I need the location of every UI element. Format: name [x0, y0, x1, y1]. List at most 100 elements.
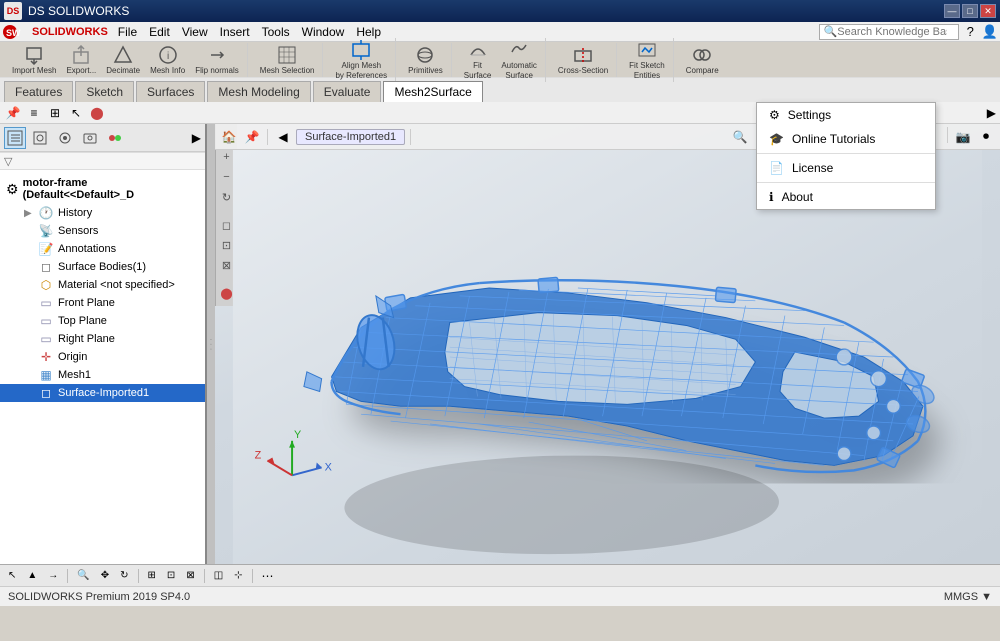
- tree-item-sensors[interactable]: 📡 Sensors: [0, 222, 205, 240]
- breadcrumb-tag[interactable]: Surface-Imported1: [296, 129, 405, 145]
- search-box[interactable]: 🔍: [819, 24, 959, 40]
- origin-label: Origin: [58, 351, 87, 363]
- close-button[interactable]: ✕: [980, 4, 996, 18]
- camera-tab[interactable]: [79, 127, 101, 149]
- tree-item-top-plane[interactable]: ▭ Top Plane: [0, 312, 205, 330]
- automatic-surface-button[interactable]: Automatic Surface: [497, 38, 541, 82]
- bt-reference-button[interactable]: ⊹: [230, 567, 246, 585]
- ft-list-button[interactable]: ≡: [25, 104, 43, 122]
- bt-zoom-button[interactable]: 🔍: [73, 567, 93, 585]
- status-right[interactable]: MMGS ▼: [944, 591, 992, 603]
- bt-cursor-button[interactable]: ▲: [23, 567, 41, 585]
- left-panel: ▶ ▽ ⚙ motor-frame (Default<<Default>_D ▶…: [0, 124, 207, 564]
- user-icon[interactable]: 👤: [982, 24, 998, 40]
- tree-item-annotations[interactable]: 📝 Annotations: [0, 240, 205, 258]
- menu-edit[interactable]: Edit: [143, 23, 176, 41]
- property-tab[interactable]: [29, 127, 51, 149]
- menu-file[interactable]: File: [112, 23, 143, 41]
- export-button[interactable]: Export...: [62, 43, 100, 77]
- bt-select-button[interactable]: ↖: [4, 567, 20, 585]
- settings-gear-icon: ⚙: [769, 108, 780, 122]
- fit-sketch-button[interactable]: Fit Sketch Entities: [625, 38, 669, 82]
- cross-section-button[interactable]: Cross-Section: [554, 43, 612, 77]
- fit-surface-button[interactable]: Fit Surface: [460, 38, 496, 82]
- compare-icon: [692, 45, 712, 65]
- tree-root-icon: ⚙: [6, 181, 19, 198]
- bt-pan-button[interactable]: ✥: [97, 567, 113, 585]
- menu-insert[interactable]: Insert: [214, 23, 256, 41]
- panel-resize-handle[interactable]: · · ·: [207, 124, 215, 564]
- menu-view[interactable]: View: [176, 23, 214, 41]
- bt-snap-button[interactable]: ⊡: [163, 567, 179, 585]
- ft-cursor-button[interactable]: ↖: [67, 104, 85, 122]
- tree-item-surface-imported1[interactable]: ◻ Surface-Imported1: [0, 384, 205, 402]
- help-icon[interactable]: ?: [967, 24, 974, 39]
- solidworks-logo: SW SOLIDWORKS: [2, 24, 108, 40]
- vt-record-button[interactable]: ⏺: [976, 127, 996, 147]
- ft-color-button[interactable]: ⬤: [88, 104, 106, 122]
- primitives-button[interactable]: Primitives: [404, 43, 447, 77]
- tree-item-mesh1[interactable]: ▦ Mesh1: [0, 366, 205, 384]
- vt-pin-button[interactable]: 📌: [242, 127, 262, 147]
- tree-item-history[interactable]: ▶ 🕐 History: [0, 204, 205, 222]
- bt-extra-button[interactable]: ⋯: [258, 567, 278, 585]
- bt-grid-button[interactable]: ⊠: [182, 567, 198, 585]
- tab-evaluate[interactable]: Evaluate: [313, 81, 382, 102]
- svg-text:SW: SW: [6, 28, 21, 38]
- mesh-selection-icon: [277, 45, 297, 65]
- menu-tools[interactable]: Tools: [256, 23, 296, 41]
- tab-surfaces[interactable]: Surfaces: [136, 81, 205, 102]
- appearance-tab[interactable]: [104, 127, 126, 149]
- breadcrumb-item[interactable]: ◀: [273, 127, 293, 147]
- license-item[interactable]: 📄 License: [757, 156, 935, 180]
- vt-camera-button[interactable]: 📷: [953, 127, 973, 147]
- ft-pin-button[interactable]: 📌: [4, 104, 22, 122]
- config-tab[interactable]: [54, 127, 76, 149]
- maximize-button[interactable]: □: [962, 4, 978, 18]
- tab-mesh-modeling[interactable]: Mesh Modeling: [207, 81, 310, 102]
- tab-sketch[interactable]: Sketch: [75, 81, 134, 102]
- online-tutorials-item[interactable]: 🎓 Online Tutorials: [757, 127, 935, 151]
- bt-3d-button[interactable]: ⊞: [144, 567, 160, 585]
- tab-features[interactable]: Features: [4, 81, 73, 102]
- svg-text:Y: Y: [294, 429, 301, 441]
- tab-mesh2surface[interactable]: Mesh2Surface: [383, 81, 482, 102]
- tree-item-front-plane[interactable]: ▭ Front Plane: [0, 294, 205, 312]
- toolbar-group-primitives: Primitives: [400, 43, 452, 77]
- bt-arrow-button[interactable]: →: [44, 567, 62, 585]
- search-input[interactable]: [837, 26, 947, 38]
- automatic-surface-icon: [509, 40, 529, 60]
- panel-icon-toolbar: ▶: [0, 124, 205, 152]
- vt-sep-4: [947, 127, 948, 143]
- minimize-button[interactable]: —: [944, 4, 960, 18]
- mesh-viewport-3d[interactable]: X Y Z: [215, 150, 1000, 564]
- tree-item-material[interactable]: ⬡ Material <not specified>: [0, 276, 205, 294]
- tree-item-origin[interactable]: ✛ Origin: [0, 348, 205, 366]
- decimate-button[interactable]: Decimate: [102, 43, 144, 77]
- mesh-info-button[interactable]: i Mesh Info: [146, 43, 189, 77]
- vt-search-button[interactable]: 🔍: [730, 127, 750, 147]
- bt-dim-button[interactable]: ◫: [210, 567, 227, 585]
- bt-rotate-button[interactable]: ↻: [116, 567, 132, 585]
- mesh-selection-button[interactable]: Mesh Selection: [256, 43, 319, 77]
- bt-sep-4: [252, 569, 253, 583]
- panel-expand-button[interactable]: ▶: [192, 131, 201, 145]
- import-mesh-button[interactable]: Import Mesh: [8, 43, 60, 77]
- compare-button[interactable]: Compare: [682, 43, 723, 77]
- settings-menu-item[interactable]: ⚙ Settings: [757, 103, 935, 127]
- ft-expand-button[interactable]: ▶: [987, 106, 996, 120]
- vt-home-button[interactable]: 🏠: [219, 127, 239, 147]
- surface-bodies-icon: ◻: [38, 260, 54, 274]
- about-item[interactable]: ℹ About: [757, 185, 935, 209]
- flip-normals-button[interactable]: Flip normals: [191, 43, 243, 77]
- tree-item-right-plane[interactable]: ▭ Right Plane: [0, 330, 205, 348]
- top-plane-label: Top Plane: [58, 315, 107, 327]
- sensors-label: Sensors: [58, 225, 98, 237]
- tab-bar: Features Sketch Surfaces Mesh Modeling E…: [0, 78, 1000, 102]
- mesh1-label: Mesh1: [58, 369, 91, 381]
- align-mesh-button[interactable]: Align Mesh by References: [331, 38, 391, 82]
- ft-grid-button[interactable]: ⊞: [46, 104, 64, 122]
- feature-tree-tab[interactable]: [4, 127, 26, 149]
- tree-item-surface-bodies[interactable]: ◻ Surface Bodies(1): [0, 258, 205, 276]
- titlebar-controls[interactable]: — □ ✕: [944, 4, 996, 18]
